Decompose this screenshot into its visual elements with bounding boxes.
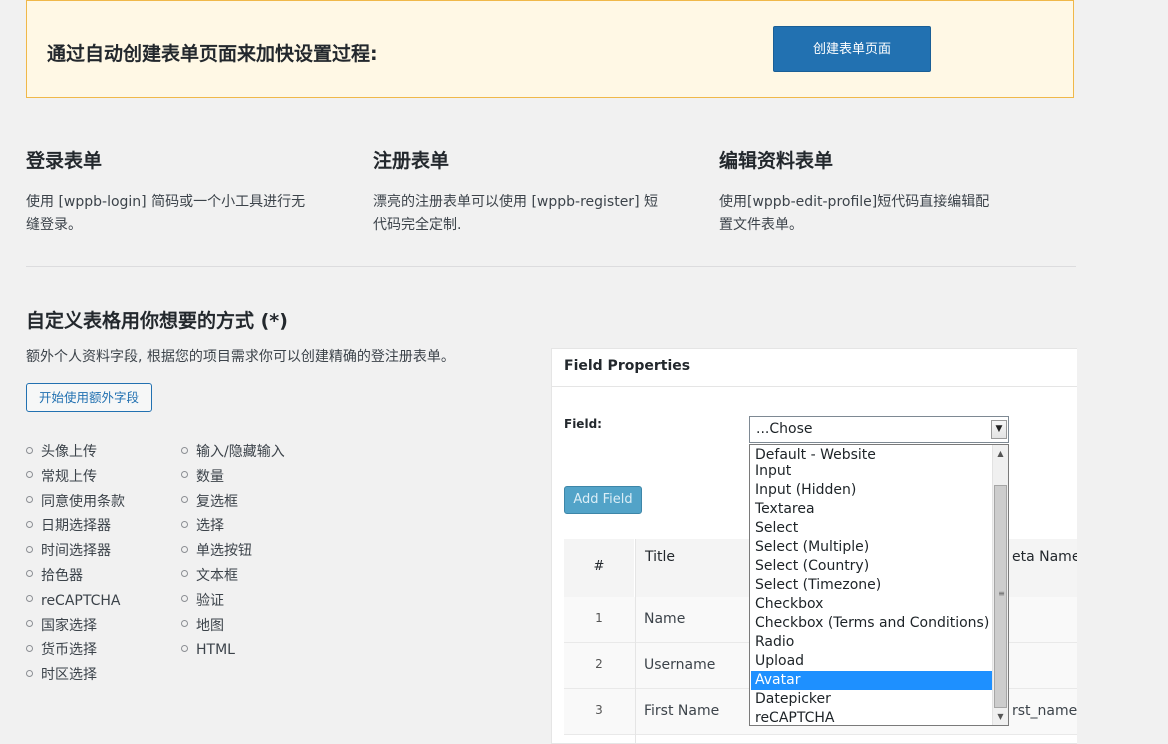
feature-list-right: 输入/隐藏输入 数量 复选框 选择 单选按钮 文本框 验证 地图 HTML xyxy=(181,442,285,665)
setup-notice: 通过自动创建表单页面来加快设置过程: 创建表单页面 xyxy=(26,0,1074,98)
start-extra-fields-button[interactable]: 开始使用额外字段 xyxy=(26,383,152,412)
dropdown-option[interactable]: Checkbox xyxy=(751,595,992,614)
edit-profile-form-desc: 使用[wppb-edit-profile]短代码直接编辑配 置文件表单。 xyxy=(719,194,990,233)
bullet-icon xyxy=(181,446,188,454)
dropdown-option[interactable]: Datepicker xyxy=(751,690,992,709)
bullet-icon xyxy=(26,446,33,454)
dropdown-option[interactable]: Input (Hidden) xyxy=(751,481,992,500)
bullet-icon xyxy=(181,496,188,504)
list-item: 时间选择器 xyxy=(26,541,125,566)
list-item: 选择 xyxy=(181,516,285,541)
table-header-meta: eta Name xyxy=(1012,549,1077,565)
select-value: ...Chose xyxy=(756,421,813,437)
bullet-icon xyxy=(26,520,33,528)
dropdown-option[interactable]: Upload xyxy=(751,652,992,671)
create-form-pages-button[interactable]: 创建表单页面 xyxy=(773,26,931,72)
list-item: 数量 xyxy=(181,467,285,492)
list-item: 常规上传 xyxy=(26,467,125,492)
dropdown-option[interactable]: Select (Timezone) xyxy=(751,576,992,595)
dropdown-option[interactable]: Select xyxy=(751,519,992,538)
bullet-icon xyxy=(26,545,33,553)
dropdown-option[interactable]: reCAPTCHA xyxy=(751,709,992,725)
custom-forms-title: 自定义表格用你想要的方式 (*) xyxy=(26,310,288,332)
table-header-num: # xyxy=(564,539,634,598)
edit-profile-form-section: 编辑资料表单 使用[wppb-edit-profile]短代码直接编辑配 置文件表… xyxy=(719,146,1019,237)
bullet-icon xyxy=(26,644,33,652)
table-header-title: Title xyxy=(645,549,676,565)
list-item: 日期选择器 xyxy=(26,516,125,541)
scrollbar-grip-icon: ≡ xyxy=(998,589,1005,598)
bullet-icon xyxy=(181,520,188,528)
dropdown-option[interactable]: Select (Country) xyxy=(751,557,992,576)
list-item: 货币选择 xyxy=(26,640,125,665)
field-label: Field: xyxy=(564,417,602,431)
dropdown-option-highlighted[interactable]: Avatar xyxy=(751,671,992,690)
bullet-icon xyxy=(26,669,33,677)
dropdown-option[interactable]: Radio xyxy=(751,633,992,652)
list-item: 复选框 xyxy=(181,492,285,517)
login-form-desc: 使用 [wppb-login] 简码或一个小工具进行无 缝登录。 xyxy=(26,194,306,233)
bullet-icon xyxy=(26,595,33,603)
register-form-desc: 漂亮的注册表单可以使用 [wppb-register] 短代码完全定制. xyxy=(373,194,658,233)
bullet-icon xyxy=(26,620,33,628)
bullet-icon xyxy=(181,570,188,578)
panel-heading: Field Properties xyxy=(564,358,691,374)
add-field-button[interactable]: Add Field xyxy=(564,486,642,514)
list-item: 输入/隐藏输入 xyxy=(181,442,285,467)
chevron-down-icon[interactable]: ▼ xyxy=(991,420,1007,439)
dropdown-option[interactable]: Textarea xyxy=(751,500,992,519)
list-item: 地图 xyxy=(181,616,285,641)
bullet-icon xyxy=(26,471,33,479)
list-item: 拾色器 xyxy=(26,566,125,591)
bullet-icon xyxy=(181,620,188,628)
list-item: 文本框 xyxy=(181,566,285,591)
dropdown-option[interactable]: Checkbox (Terms and Conditions) xyxy=(751,614,992,633)
bullet-icon xyxy=(181,595,188,603)
register-form-section: 注册表单 漂亮的注册表单可以使用 [wppb-register] 短代码完全定制… xyxy=(373,146,673,237)
section-divider xyxy=(26,266,1076,267)
dropdown-option[interactable]: Input xyxy=(751,462,992,481)
register-form-title: 注册表单 xyxy=(373,150,450,172)
notice-text: 通过自动创建表单页面来加快设置过程: xyxy=(47,43,378,65)
dropdown-option[interactable]: Select (Multiple) xyxy=(751,538,992,557)
list-item: reCAPTCHA xyxy=(26,591,125,616)
custom-forms-desc: 额外个人资料字段, 根据您的项目需求你可以创建精确的登注册表单。 xyxy=(26,349,455,365)
list-item: 头像上传 xyxy=(26,442,125,467)
bullet-icon xyxy=(181,644,188,652)
table-column-divider xyxy=(635,539,636,743)
bullet-icon xyxy=(26,570,33,578)
login-form-section: 登录表单 使用 [wppb-login] 简码或一个小工具进行无 缝登录。 xyxy=(26,146,326,237)
login-form-title: 登录表单 xyxy=(26,150,103,172)
bullet-icon xyxy=(181,545,188,553)
edit-profile-form-title: 编辑资料表单 xyxy=(719,150,834,172)
scrollbar-thumb[interactable]: ≡ xyxy=(994,485,1007,708)
list-item: 时区选择 xyxy=(26,665,125,690)
scroll-up-arrow-icon[interactable]: ▲ xyxy=(993,447,1008,461)
list-item: 国家选择 xyxy=(26,616,125,641)
bullet-icon xyxy=(26,496,33,504)
field-type-dropdown[interactable]: Default - Website Input Input (Hidden) T… xyxy=(749,444,1009,726)
list-item: HTML xyxy=(181,640,285,665)
panel-divider xyxy=(552,386,1077,387)
list-item: 验证 xyxy=(181,591,285,616)
list-item: 单选按钮 xyxy=(181,541,285,566)
dropdown-scrollbar[interactable]: ▲ ≡ ▼ xyxy=(992,445,1008,725)
list-item: 同意使用条款 xyxy=(26,492,125,517)
field-type-select[interactable]: ...Chose ▼ xyxy=(749,416,1009,443)
scroll-down-arrow-icon[interactable]: ▼ xyxy=(993,710,1008,724)
bullet-icon xyxy=(181,471,188,479)
feature-list-left: 头像上传 常规上传 同意使用条款 日期选择器 时间选择器 拾色器 reCAPTC… xyxy=(26,442,125,690)
